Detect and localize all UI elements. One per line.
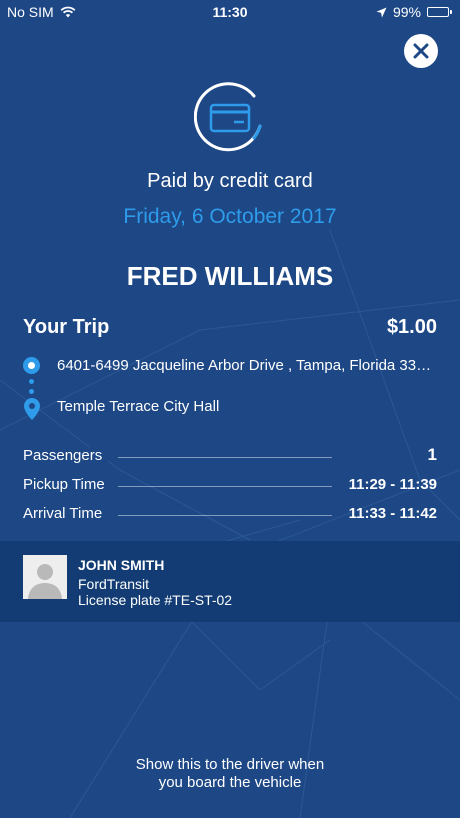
origin-dot-icon	[23, 357, 40, 374]
trip-date: Friday, 6 October 2017	[123, 205, 337, 228]
pickup-time-row: Pickup Time 11:29 - 11:39	[23, 474, 437, 496]
arrival-time-value: 11:33 - 11:42	[348, 505, 437, 522]
passengers-label: Passengers	[23, 447, 109, 464]
destination-address: Temple Terrace City Hall	[57, 398, 220, 415]
payment-method-label: Paid by credit card	[147, 170, 313, 192]
route-dot-icon	[29, 389, 34, 394]
battery-percent: 99%	[392, 4, 421, 20]
credit-card-icon	[194, 82, 262, 152]
driver-vehicle: FordTransit	[78, 576, 150, 592]
route-dot-icon	[29, 379, 34, 384]
instruction-line-1: Show this to the driver when	[135, 756, 325, 773]
dotted-leader	[118, 515, 332, 516]
pickup-time-label: Pickup Time	[23, 476, 111, 493]
trip-price: $1.00	[386, 316, 437, 338]
passengers-row: Passengers 1	[23, 445, 437, 467]
pickup-time-value: 11:29 - 11:39	[348, 476, 437, 493]
close-icon	[413, 43, 429, 59]
driver-name: JOHN SMITH	[78, 557, 165, 573]
driver-instruction: Show this to the driver when you board t…	[0, 756, 460, 792]
status-bar: No SIM 11:30 99%	[0, 0, 460, 24]
destination-pin-icon	[24, 398, 40, 420]
arrival-time-row: Arrival Time 11:33 - 11:42	[23, 503, 437, 525]
close-button[interactable]	[404, 34, 438, 68]
trip-title: Your Trip	[23, 316, 110, 338]
origin-address: 6401-6499 Jacqueline Arbor Drive , Tampa…	[57, 357, 435, 374]
dotted-leader	[118, 457, 332, 458]
instruction-line-2: you board the vehicle	[158, 774, 302, 791]
dotted-leader	[118, 486, 332, 487]
passenger-name: FRED WILLIAMS	[126, 261, 334, 291]
battery-icon	[427, 7, 452, 17]
location-arrow-icon	[376, 7, 387, 17]
passengers-value: 1	[427, 445, 437, 464]
driver-panel: JOHN SMITH FordTransit License plate #TE…	[0, 541, 460, 622]
arrival-time-label: Arrival Time	[23, 505, 109, 522]
avatar	[23, 555, 67, 599]
license-plate: License plate #TE-ST-02	[78, 592, 233, 608]
avatar-placeholder-icon	[28, 564, 62, 599]
